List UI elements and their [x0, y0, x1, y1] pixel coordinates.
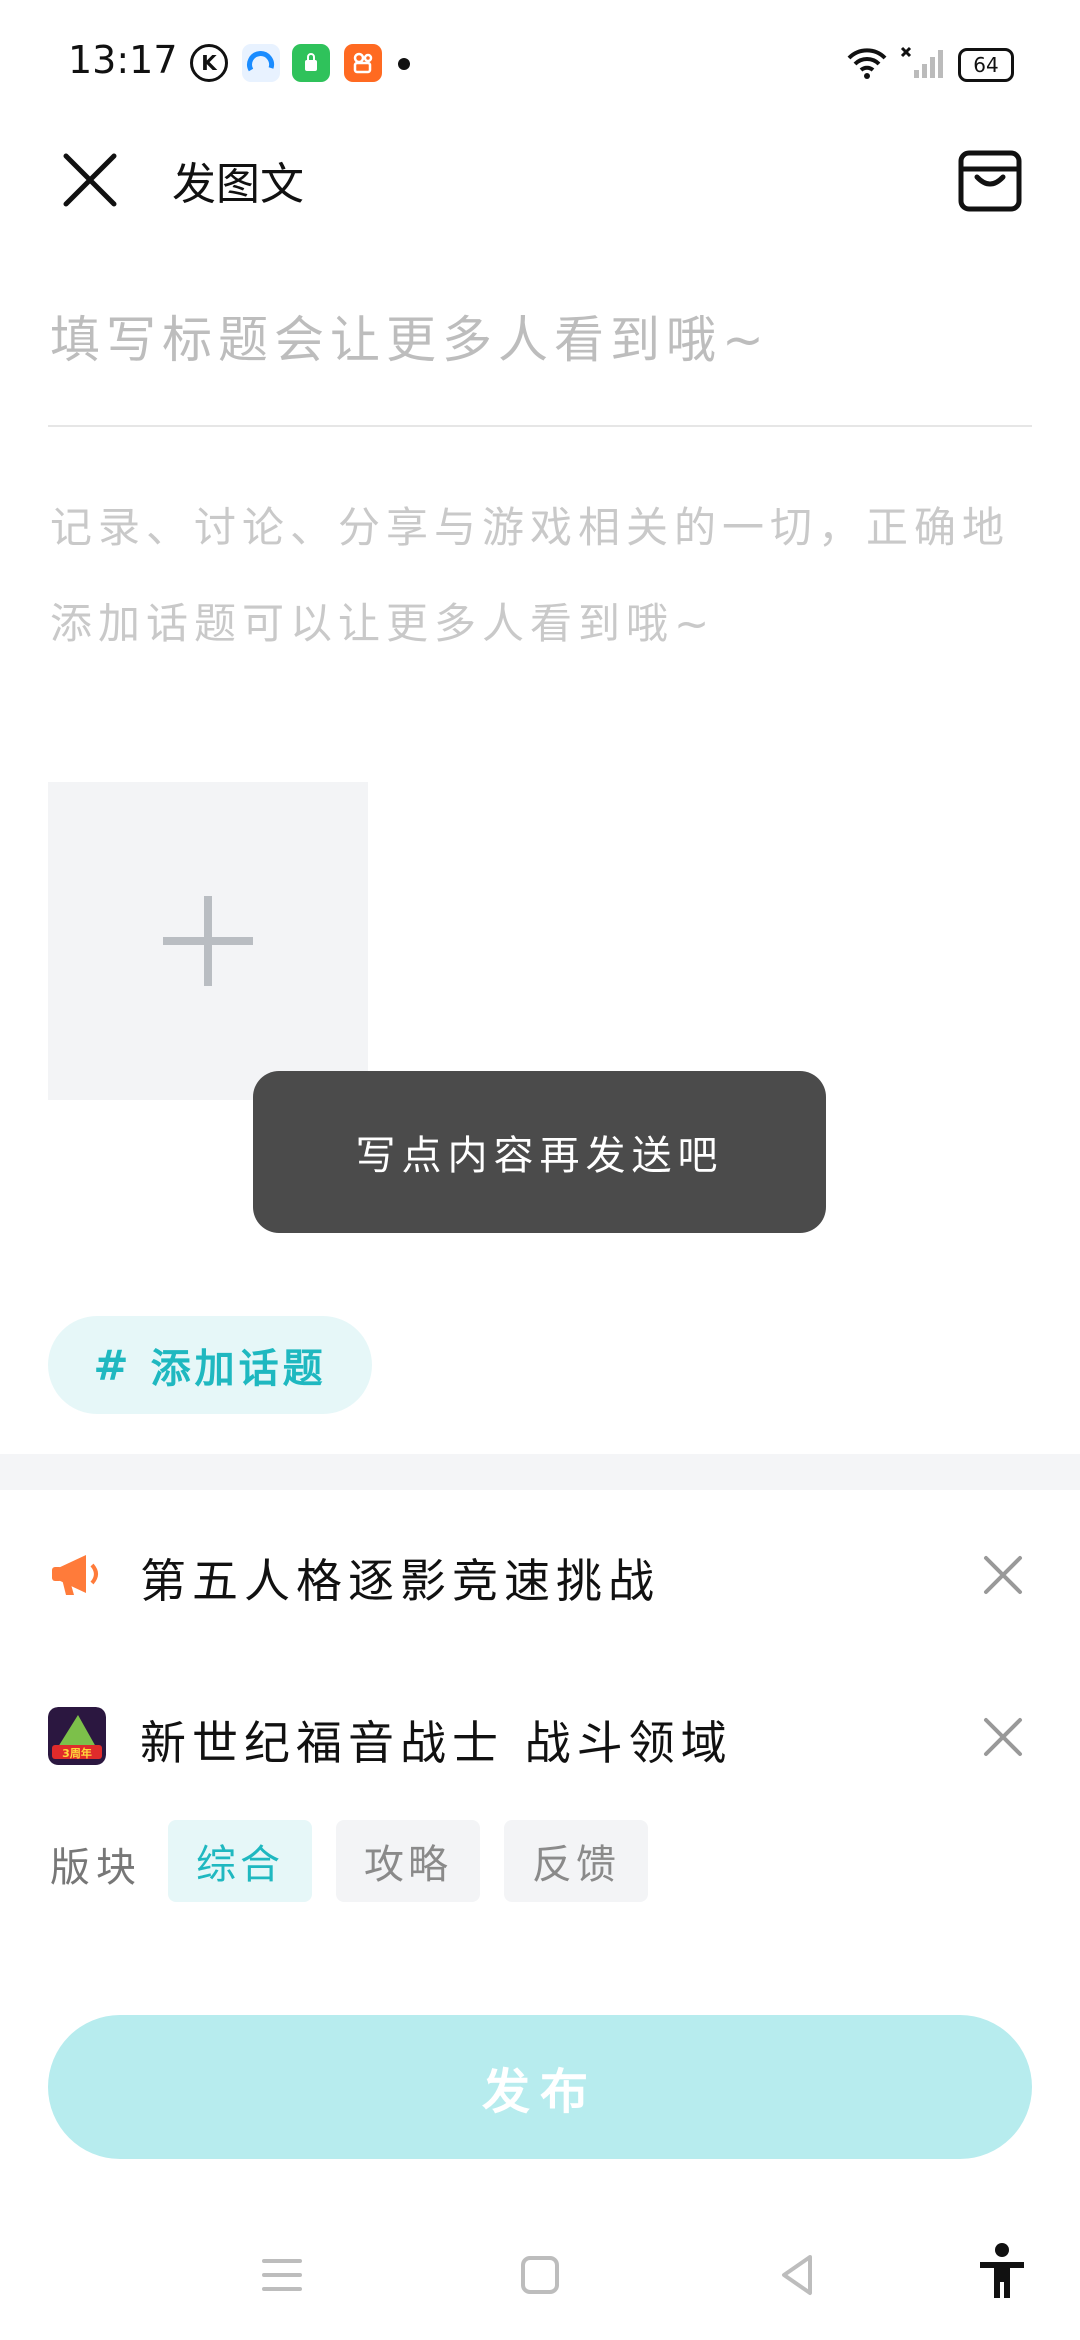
content-input[interactable]: 记录、讨论、分享与游戏相关的一切，正确地添加话题可以让更多人看到哦~	[50, 480, 1035, 672]
board-label: 版块	[50, 1845, 142, 1891]
hash-icon: #	[93, 1340, 133, 1390]
status-time: 13:17	[68, 38, 178, 82]
home-nav-icon[interactable]	[510, 2245, 570, 2305]
browser-app-icon	[242, 44, 280, 82]
status-bar: 13:17 K 64	[0, 0, 1080, 130]
activity-name: 新世纪福音战士 战斗领域	[140, 1716, 733, 1770]
remove-activity-button[interactable]	[980, 1552, 1026, 1598]
activity-name: 第五人格逐影竞速挑战	[140, 1554, 660, 1608]
wifi-icon	[847, 48, 887, 79]
page-title: 发图文	[172, 159, 304, 210]
divider	[48, 425, 1032, 427]
close-button[interactable]	[60, 150, 120, 210]
add-topic-label: 添加话题	[150, 1346, 327, 1392]
add-topic-button[interactable]: # 添加话题	[48, 1316, 372, 1414]
add-image-button[interactable]	[48, 782, 368, 1100]
game-icon: 3周年	[48, 1707, 106, 1765]
megaphone-icon	[52, 1555, 98, 1595]
back-nav-icon[interactable]	[768, 2245, 828, 2305]
publish-button[interactable]: 发布	[48, 2015, 1032, 2159]
store-app-icon	[292, 44, 330, 82]
section-divider	[0, 1454, 1080, 1490]
notification-dot	[398, 58, 410, 70]
remove-activity-button[interactable]	[980, 1714, 1026, 1760]
title-input[interactable]: 填写标题会让更多人看到哦~	[50, 300, 1030, 372]
board-option-general[interactable]: 综合	[168, 1820, 312, 1902]
k-app-icon: K	[190, 44, 228, 82]
board-option-feedback[interactable]: 反馈	[504, 1820, 648, 1902]
svg-text:3周年: 3周年	[62, 1746, 92, 1760]
drafts-box-button[interactable]	[955, 145, 1025, 215]
board-option-guide[interactable]: 攻略	[336, 1820, 480, 1902]
signal-icon	[900, 46, 943, 78]
battery-indicator: 64	[958, 48, 1014, 82]
toast-message: 写点内容再发送吧	[253, 1071, 826, 1233]
menu-nav-icon[interactable]	[252, 2245, 312, 2305]
kuaishou-app-icon	[344, 44, 382, 82]
accessibility-icon[interactable]	[970, 2240, 1034, 2304]
